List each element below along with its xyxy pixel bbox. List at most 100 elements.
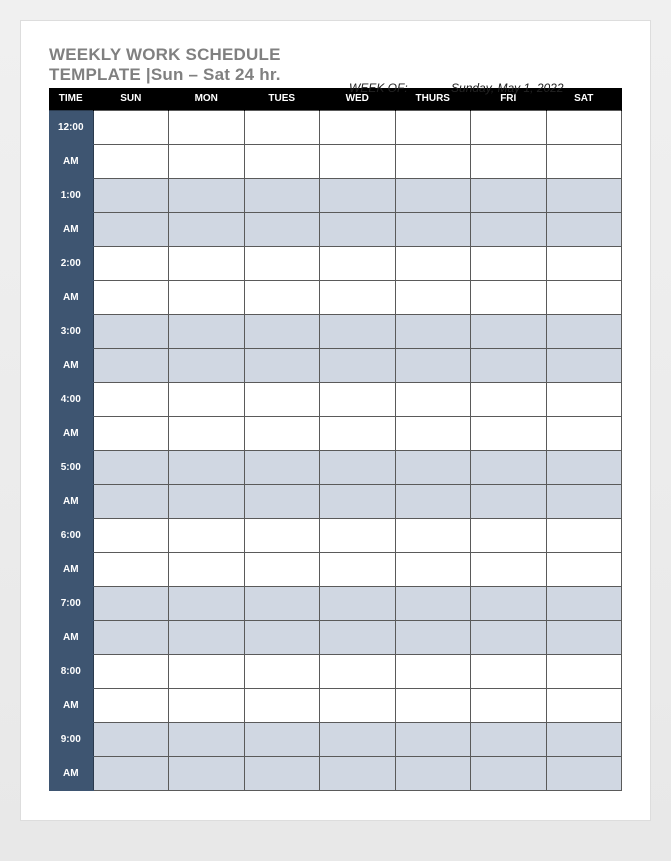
schedule-cell[interactable] xyxy=(320,722,396,756)
schedule-cell[interactable] xyxy=(93,246,169,280)
schedule-cell[interactable] xyxy=(395,280,471,314)
schedule-cell[interactable] xyxy=(169,450,245,484)
schedule-cell[interactable] xyxy=(169,518,245,552)
schedule-cell[interactable] xyxy=(244,314,320,348)
schedule-cell[interactable] xyxy=(244,280,320,314)
schedule-cell[interactable] xyxy=(244,348,320,382)
schedule-cell[interactable] xyxy=(320,654,396,688)
schedule-cell[interactable] xyxy=(169,246,245,280)
schedule-cell[interactable] xyxy=(169,348,245,382)
schedule-cell[interactable] xyxy=(546,280,622,314)
schedule-cell[interactable] xyxy=(320,314,396,348)
schedule-cell[interactable] xyxy=(169,586,245,620)
schedule-cell[interactable] xyxy=(244,178,320,212)
schedule-cell[interactable] xyxy=(93,552,169,586)
schedule-cell[interactable] xyxy=(546,348,622,382)
schedule-cell[interactable] xyxy=(244,722,320,756)
schedule-cell[interactable] xyxy=(546,586,622,620)
schedule-cell[interactable] xyxy=(471,620,547,654)
schedule-cell[interactable] xyxy=(546,178,622,212)
schedule-cell[interactable] xyxy=(395,144,471,178)
schedule-cell[interactable] xyxy=(244,756,320,790)
schedule-cell[interactable] xyxy=(93,382,169,416)
schedule-cell[interactable] xyxy=(320,246,396,280)
schedule-cell[interactable] xyxy=(471,314,547,348)
schedule-cell[interactable] xyxy=(546,688,622,722)
schedule-cell[interactable] xyxy=(395,178,471,212)
schedule-cell[interactable] xyxy=(169,178,245,212)
schedule-cell[interactable] xyxy=(471,144,547,178)
schedule-cell[interactable] xyxy=(471,382,547,416)
schedule-cell[interactable] xyxy=(169,756,245,790)
schedule-cell[interactable] xyxy=(244,518,320,552)
schedule-cell[interactable] xyxy=(244,552,320,586)
schedule-cell[interactable] xyxy=(320,552,396,586)
schedule-cell[interactable] xyxy=(169,382,245,416)
schedule-cell[interactable] xyxy=(471,280,547,314)
schedule-cell[interactable] xyxy=(320,280,396,314)
schedule-cell[interactable] xyxy=(244,654,320,688)
schedule-cell[interactable] xyxy=(471,450,547,484)
schedule-cell[interactable] xyxy=(93,722,169,756)
schedule-cell[interactable] xyxy=(93,756,169,790)
schedule-cell[interactable] xyxy=(320,178,396,212)
schedule-cell[interactable] xyxy=(169,688,245,722)
schedule-cell[interactable] xyxy=(395,348,471,382)
schedule-cell[interactable] xyxy=(169,722,245,756)
schedule-cell[interactable] xyxy=(471,484,547,518)
schedule-cell[interactable] xyxy=(471,212,547,246)
schedule-cell[interactable] xyxy=(169,484,245,518)
schedule-cell[interactable] xyxy=(93,450,169,484)
schedule-cell[interactable] xyxy=(471,586,547,620)
schedule-cell[interactable] xyxy=(546,484,622,518)
schedule-cell[interactable] xyxy=(169,110,245,144)
schedule-cell[interactable] xyxy=(395,688,471,722)
schedule-cell[interactable] xyxy=(169,280,245,314)
schedule-cell[interactable] xyxy=(471,348,547,382)
schedule-cell[interactable] xyxy=(546,382,622,416)
schedule-cell[interactable] xyxy=(93,110,169,144)
schedule-cell[interactable] xyxy=(320,144,396,178)
schedule-cell[interactable] xyxy=(320,382,396,416)
schedule-cell[interactable] xyxy=(244,212,320,246)
schedule-cell[interactable] xyxy=(320,450,396,484)
schedule-cell[interactable] xyxy=(546,450,622,484)
schedule-cell[interactable] xyxy=(93,314,169,348)
schedule-cell[interactable] xyxy=(244,688,320,722)
schedule-cell[interactable] xyxy=(471,688,547,722)
schedule-cell[interactable] xyxy=(244,450,320,484)
schedule-cell[interactable] xyxy=(320,110,396,144)
schedule-cell[interactable] xyxy=(395,382,471,416)
schedule-cell[interactable] xyxy=(93,654,169,688)
schedule-cell[interactable] xyxy=(395,552,471,586)
schedule-cell[interactable] xyxy=(169,654,245,688)
schedule-cell[interactable] xyxy=(93,280,169,314)
schedule-cell[interactable] xyxy=(395,246,471,280)
schedule-cell[interactable] xyxy=(320,348,396,382)
schedule-cell[interactable] xyxy=(395,654,471,688)
schedule-cell[interactable] xyxy=(395,586,471,620)
schedule-cell[interactable] xyxy=(93,348,169,382)
schedule-cell[interactable] xyxy=(244,586,320,620)
schedule-cell[interactable] xyxy=(320,518,396,552)
schedule-cell[interactable] xyxy=(395,450,471,484)
schedule-cell[interactable] xyxy=(93,620,169,654)
schedule-cell[interactable] xyxy=(320,756,396,790)
schedule-cell[interactable] xyxy=(320,620,396,654)
schedule-cell[interactable] xyxy=(169,552,245,586)
schedule-cell[interactable] xyxy=(471,178,547,212)
schedule-cell[interactable] xyxy=(395,314,471,348)
schedule-cell[interactable] xyxy=(546,620,622,654)
schedule-cell[interactable] xyxy=(93,484,169,518)
schedule-cell[interactable] xyxy=(395,756,471,790)
schedule-cell[interactable] xyxy=(244,416,320,450)
schedule-cell[interactable] xyxy=(320,416,396,450)
schedule-cell[interactable] xyxy=(169,212,245,246)
schedule-cell[interactable] xyxy=(244,382,320,416)
schedule-cell[interactable] xyxy=(471,756,547,790)
schedule-cell[interactable] xyxy=(546,110,622,144)
schedule-cell[interactable] xyxy=(93,688,169,722)
schedule-cell[interactable] xyxy=(93,178,169,212)
schedule-cell[interactable] xyxy=(471,246,547,280)
schedule-cell[interactable] xyxy=(169,314,245,348)
